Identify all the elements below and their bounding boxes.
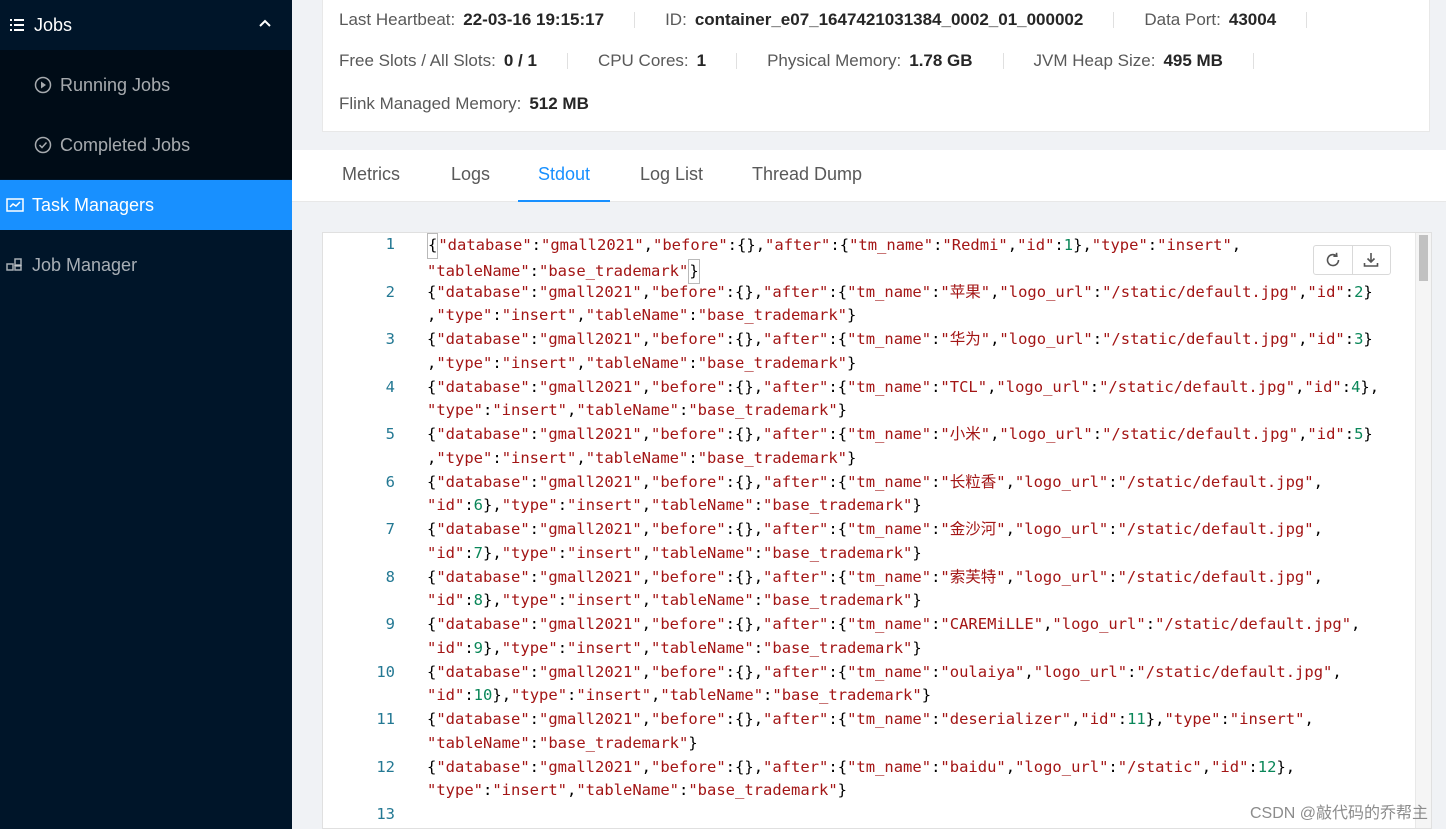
code-line: 5 {"database":"gmall2021","before":{},"af… bbox=[323, 423, 1413, 471]
dashboard-icon bbox=[4, 197, 26, 213]
divider bbox=[1252, 53, 1254, 69]
line-number: 7 bbox=[385, 520, 395, 538]
download-icon bbox=[1364, 253, 1379, 267]
sidebar-item-task-managers[interactable]: Task Managers bbox=[0, 180, 292, 230]
container-id: ID: container_e07_1647421031384_0002_01_… bbox=[665, 10, 1084, 29]
sidebar-item-label: Job Manager bbox=[32, 254, 138, 275]
line-number: 11 bbox=[376, 710, 395, 728]
info-row-2: Free Slots / All Slots: 0 / 1 CPU Cores:… bbox=[339, 51, 1284, 71]
cpu-cores: CPU Cores: 1 bbox=[597, 51, 707, 70]
check-circle-icon bbox=[32, 136, 54, 154]
physical-memory: Physical Memory: 1.78 GB bbox=[767, 51, 973, 70]
sidebar-item-label: Completed Jobs bbox=[60, 134, 191, 155]
reload-icon bbox=[1326, 252, 1340, 267]
refresh-button[interactable] bbox=[1314, 246, 1352, 274]
line-text: {"database":"gmall2021","before":{},"aft… bbox=[427, 520, 1323, 562]
line-number: 6 bbox=[385, 472, 395, 491]
line-number: 13 bbox=[376, 805, 395, 823]
line-text: {"database":"gmall2021","before":{},"aft… bbox=[427, 425, 1373, 467]
free-slots: Free Slots / All Slots: 0 / 1 bbox=[339, 51, 537, 70]
line-number: 9 bbox=[385, 615, 395, 633]
download-button[interactable] bbox=[1351, 246, 1390, 274]
divider bbox=[1113, 12, 1115, 28]
divider bbox=[634, 12, 636, 28]
code-line: 10 {"database":"gmall2021","before":{},"a… bbox=[323, 661, 1413, 709]
line-text: {"database":"gmall2021","before":{},"aft… bbox=[427, 567, 1323, 610]
sidebar-item-completed-jobs[interactable]: Completed Jobs bbox=[0, 120, 292, 170]
sidebar-group-label: Jobs bbox=[34, 14, 73, 35]
line-text: {"database":"gmall2021","before":{},"aft… bbox=[427, 330, 1373, 372]
line-number: 12 bbox=[376, 757, 395, 776]
main-content: Last Heartbeat: 22-03-16 19:15:17 ID: co… bbox=[292, 0, 1446, 829]
line-number: 5 bbox=[385, 425, 395, 443]
code-line: 6 {"database":"gmall2021","before":{},"af… bbox=[323, 471, 1413, 519]
flink-managed-memory: Flink Managed Memory: 512 MB bbox=[339, 94, 589, 113]
code-line: 1 {"database":"gmall2021","before":{},"af… bbox=[323, 233, 1413, 284]
tab-stdout[interactable]: Stdout bbox=[518, 164, 611, 202]
line-number: 1 bbox=[385, 235, 395, 253]
tab-log-list[interactable]: Log List bbox=[640, 164, 703, 202]
code-line: 4 {"database":"gmall2021","before":{},"af… bbox=[323, 376, 1413, 424]
divider bbox=[736, 53, 738, 69]
scrollbar-thumb[interactable] bbox=[1419, 235, 1428, 281]
code-lines: 1 {"database":"gmall2021","before":{},"af… bbox=[323, 233, 1413, 828]
code-line: 12 {"database":"gmall2021","before":{},"a… bbox=[323, 756, 1413, 804]
line-number: 8 bbox=[385, 567, 395, 586]
task-manager-info-card: Last Heartbeat: 22-03-16 19:15:17 ID: co… bbox=[322, 0, 1430, 132]
play-circle-icon bbox=[32, 76, 54, 94]
line-number: 3 bbox=[385, 330, 395, 348]
editor-toolbar bbox=[1313, 245, 1391, 275]
line-text: {"database":"gmall2021","before":{},"aft… bbox=[427, 472, 1323, 515]
divider bbox=[566, 53, 568, 69]
sidebar-item-label: Running Jobs bbox=[60, 74, 171, 95]
code-line: 11 {"database":"gmall2021","before":{},"a… bbox=[323, 708, 1413, 756]
chevron-up-icon bbox=[258, 14, 272, 35]
stdout-code-editor[interactable]: 1 {"database":"gmall2021","before":{},"af… bbox=[322, 232, 1432, 829]
tab-logs[interactable]: Logs bbox=[451, 164, 490, 202]
sidebar: Jobs Running Jobs Completed Jobs Task Ma… bbox=[0, 0, 292, 829]
last-heartbeat: Last Heartbeat: 22-03-16 19:15:17 bbox=[339, 10, 605, 29]
line-text: {"database":"gmall2021","before":{},"aft… bbox=[427, 710, 1314, 752]
line-number: 10 bbox=[376, 662, 395, 681]
line-text: {"database":"gmall2021","before":{},"aft… bbox=[427, 377, 1380, 420]
info-row-1: Last Heartbeat: 22-03-16 19:15:17 ID: co… bbox=[339, 10, 1337, 30]
list-icon bbox=[6, 18, 28, 32]
info-row-3: Flink Managed Memory: 512 MB bbox=[339, 94, 589, 114]
tab-bar: Metrics Logs Stdout Log List Thread Dump bbox=[292, 150, 1446, 202]
line-text: {"database":"gmall2021","before":{},"aft… bbox=[427, 757, 1296, 800]
line-text: {"database":"gmall2021","before":{},"aft… bbox=[427, 615, 1361, 657]
tab-metrics[interactable]: Metrics bbox=[342, 164, 400, 202]
sidebar-item-job-manager[interactable]: Job Manager bbox=[0, 240, 292, 290]
divider bbox=[1002, 53, 1004, 69]
code-line: 7 {"database":"gmall2021","before":{},"af… bbox=[323, 518, 1413, 566]
tab-thread-dump[interactable]: Thread Dump bbox=[752, 164, 862, 202]
code-line: 3 {"database":"gmall2021","before":{},"af… bbox=[323, 328, 1413, 376]
line-text: {"database":"gmall2021","before":{},"aft… bbox=[427, 282, 1373, 325]
divider bbox=[1306, 12, 1308, 28]
watermark: CSDN @敲代码的乔帮主 bbox=[1249, 805, 1428, 822]
sidebar-item-running-jobs[interactable]: Running Jobs bbox=[0, 60, 292, 110]
line-number: 2 bbox=[385, 282, 395, 301]
cluster-icon bbox=[4, 257, 26, 273]
vertical-scrollbar[interactable] bbox=[1415, 233, 1431, 828]
line-number: 4 bbox=[385, 377, 395, 396]
line-text: {"database":"gmall2021","before":{},"aft… bbox=[427, 662, 1342, 705]
line-text: {"database":"gmall2021","before":{},"aft… bbox=[427, 233, 1417, 284]
sidebar-group-jobs[interactable]: Jobs bbox=[0, 0, 292, 50]
data-port: Data Port: 43004 bbox=[1144, 10, 1277, 29]
jvm-heap-size: JVM Heap Size: 495 MB bbox=[1033, 51, 1223, 70]
sidebar-item-label: Task Managers bbox=[32, 194, 155, 215]
code-line: 2 {"database":"gmall2021","before":{},"af… bbox=[323, 281, 1413, 329]
code-line: 9 {"database":"gmall2021","before":{},"af… bbox=[323, 613, 1413, 661]
code-line: 8 {"database":"gmall2021","before":{},"af… bbox=[323, 566, 1413, 614]
